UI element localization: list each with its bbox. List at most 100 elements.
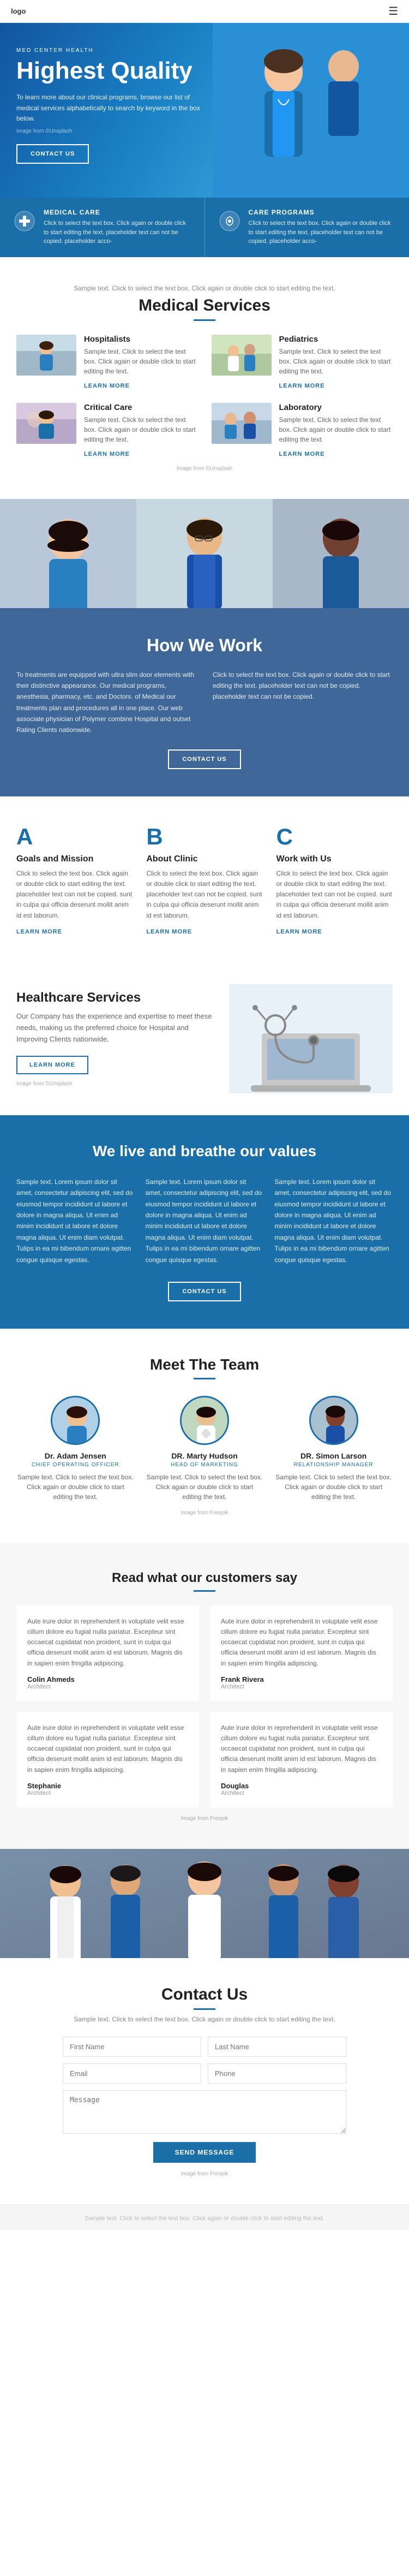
how-we-work-title: How We Work (16, 635, 393, 656)
healthcare-stethoscope-image (229, 984, 393, 1093)
last-name-input[interactable] (208, 2037, 346, 2057)
hospitalists-desc: Sample text. Click to select the text bo… (84, 347, 198, 376)
team-desc-3: Sample text. Click to select the text bo… (274, 1472, 393, 1502)
testimonials-title: Read what our customers say (16, 1570, 393, 1586)
contact-section: Contact Us Sample text. Click to select … (0, 1958, 409, 2204)
team-role-3: RELATIONSHIP MANAGER (274, 1462, 393, 1468)
logo: logo (11, 7, 26, 15)
value-text-3: Sample text. Lorem ipsum dolor sit amet,… (274, 1176, 393, 1265)
testimonial-author-2: Frank Rivera (221, 1675, 382, 1683)
testimonial-text-2: Aute irure dolor in reprehenderit in vol… (221, 1616, 382, 1669)
laboratory-learn-more[interactable]: LEARN MORE (279, 451, 325, 457)
bottom-doctors-image (0, 1849, 409, 1958)
testimonial-author-1: Colin Ahmeds (27, 1675, 188, 1683)
abc-title-b: About Clinic (146, 854, 262, 864)
laboratory-title: Laboratory (279, 403, 393, 412)
service-hospitalists: Hospitalists Sample text. Click to selec… (16, 335, 198, 389)
pediatrics-title: Pediatrics (279, 335, 393, 344)
contact-image-credit: Image from Freepik (16, 2171, 393, 2177)
hospitalists-image (16, 335, 76, 376)
message-textarea[interactable] (63, 2090, 346, 2134)
hero-bg-image (213, 23, 409, 198)
abc-col-c: C Work with Us Click to select the text … (276, 824, 393, 935)
feature-medical-care: MEDICAL CARE Click to select the text bo… (0, 198, 205, 257)
testimonial-text-3: Aute irure dolor in reprehenderit in vol… (27, 1723, 188, 1775)
critical-care-learn-more[interactable]: LEARN MORE (84, 451, 130, 457)
abc-letter-a: A (16, 824, 133, 850)
value-text-2: Sample text. Lorem ipsum dolor sit amet,… (146, 1176, 264, 1265)
phone-input[interactable] (208, 2063, 346, 2084)
values-title: We live and breathe our values (16, 1143, 393, 1160)
pediatrics-desc: Sample text. Click to select the text bo… (279, 347, 393, 376)
feature-care-title: CARE PROGRAMS (249, 209, 396, 216)
footer: Sample text. Click to select the text bo… (0, 2204, 409, 2230)
abc-learn-more-a[interactable]: LEARN MORE (16, 929, 62, 935)
testimonial-role-2: Architect (221, 1683, 382, 1690)
team-section: Meet The Team Dr. Adam Jensen CHIEF OPER… (0, 1329, 409, 1543)
abc-letter-b: B (146, 824, 262, 850)
care-programs-icon (219, 210, 240, 234)
critical-care-image (16, 403, 76, 444)
team-photo-1 (51, 1396, 100, 1445)
contact-form: SEND MESSAGE (63, 2037, 346, 2163)
send-message-button[interactable]: SEND MESSAGE (153, 2142, 256, 2163)
hero-section: MED CENTER HEALTH Highest Quality To lea… (0, 23, 409, 198)
email-input[interactable] (63, 2063, 201, 2084)
laboratory-desc: Sample text. Click to select the text bo… (279, 415, 393, 444)
values-contact-button[interactable]: CONTACT US (168, 1282, 240, 1301)
healthcare-image-credit: Image from ©Unsplash (16, 1081, 218, 1087)
testimonial-4: Aute irure dolor in reprehenderit in vol… (210, 1712, 393, 1807)
critical-care-desc: Sample text. Click to select the text bo… (84, 415, 198, 444)
team-grid: Dr. Adam Jensen CHIEF OPERATING OFFICER … (16, 1396, 393, 1502)
testimonial-3: Aute irure dolor in reprehenderit in vol… (16, 1712, 199, 1807)
hero-description: To learn more about our clinical program… (16, 92, 202, 124)
how-we-work-left-text: To treatments are equipped with ultra sl… (16, 669, 196, 736)
healthcare-desc: Our Company has the experience and exper… (16, 1011, 218, 1045)
testimonial-author-3: Stephanie (27, 1782, 188, 1790)
testimonial-2: Aute irure dolor in reprehenderit in vol… (210, 1605, 393, 1701)
team-title: Meet The Team (16, 1356, 393, 1373)
testimonials-section: Read what our customers say Aute irure d… (0, 1543, 409, 1849)
features-row: MEDICAL CARE Click to select the text bo… (0, 198, 409, 257)
abc-section: A Goals and Mission Click to select the … (0, 796, 409, 962)
abc-learn-more-b[interactable]: LEARN MORE (146, 929, 192, 935)
hero-title: Highest Quality (16, 58, 202, 84)
feature-medical-desc: Click to select the text box. Click agai… (44, 219, 191, 246)
team-name-3: DR. Simon Larson (274, 1451, 393, 1460)
services-grid: Hospitalists Sample text. Click to selec… (16, 335, 393, 457)
abc-desc-a: Click to select the text box. Click agai… (16, 868, 133, 921)
how-we-work-section: How We Work To treatments are equipped w… (0, 608, 409, 796)
team-name-1: Dr. Adam Jensen (16, 1451, 135, 1460)
healthcare-section: Healthcare Services Our Company has the … (0, 962, 409, 1115)
feature-medical-title: MEDICAL CARE (44, 209, 191, 216)
menu-icon[interactable]: ☰ (388, 4, 398, 18)
abc-title-c: Work with Us (276, 854, 393, 864)
testimonials-image-credit: Image from Freepik (16, 1816, 393, 1822)
team-desc-2: Sample text. Click to select the text bo… (146, 1472, 264, 1502)
feature-care-desc: Click to select the text box. Click agai… (249, 219, 396, 246)
hero-content: MED CENTER HEALTH Highest Quality To lea… (0, 23, 218, 198)
first-name-input[interactable] (63, 2037, 201, 2057)
pediatrics-image (212, 335, 272, 376)
how-we-work-right-text: Click to select the text box. Click agai… (213, 669, 393, 736)
healthcare-content: Healthcare Services Our Company has the … (16, 990, 218, 1087)
abc-letter-c: C (276, 824, 393, 850)
abc-learn-more-c[interactable]: LEARN MORE (276, 929, 322, 935)
contact-desc: Sample text. Click to select the text bo… (16, 2015, 393, 2023)
how-we-work-contact-button[interactable]: CONTACT US (168, 749, 240, 769)
footer-text: Sample text. Click to select the text bo… (85, 2215, 324, 2222)
abc-col-b: B About Clinic Click to select the text … (146, 824, 262, 935)
healthcare-learn-more[interactable]: LEARN MORE (16, 1056, 88, 1074)
hero-contact-button[interactable]: CONTACT US (16, 144, 89, 164)
medical-services-section: Sample text. Click to select the text bo… (0, 257, 409, 499)
team-member-1: Dr. Adam Jensen CHIEF OPERATING OFFICER … (16, 1396, 135, 1502)
service-pediatrics: Pediatrics Sample text. Click to select … (212, 335, 393, 389)
healthcare-title: Healthcare Services (16, 990, 218, 1006)
team-role-1: CHIEF OPERATING OFFICER (16, 1462, 135, 1468)
team-desc-1: Sample text. Click to select the text bo… (16, 1472, 135, 1502)
team-photo-3 (309, 1396, 358, 1445)
header: logo ☰ (0, 0, 409, 23)
testimonial-text-4: Aute irure dolor in reprehenderit in vol… (221, 1723, 382, 1775)
pediatrics-learn-more[interactable]: LEARN MORE (279, 383, 325, 389)
hospitalists-learn-more[interactable]: LEARN MORE (84, 383, 130, 389)
